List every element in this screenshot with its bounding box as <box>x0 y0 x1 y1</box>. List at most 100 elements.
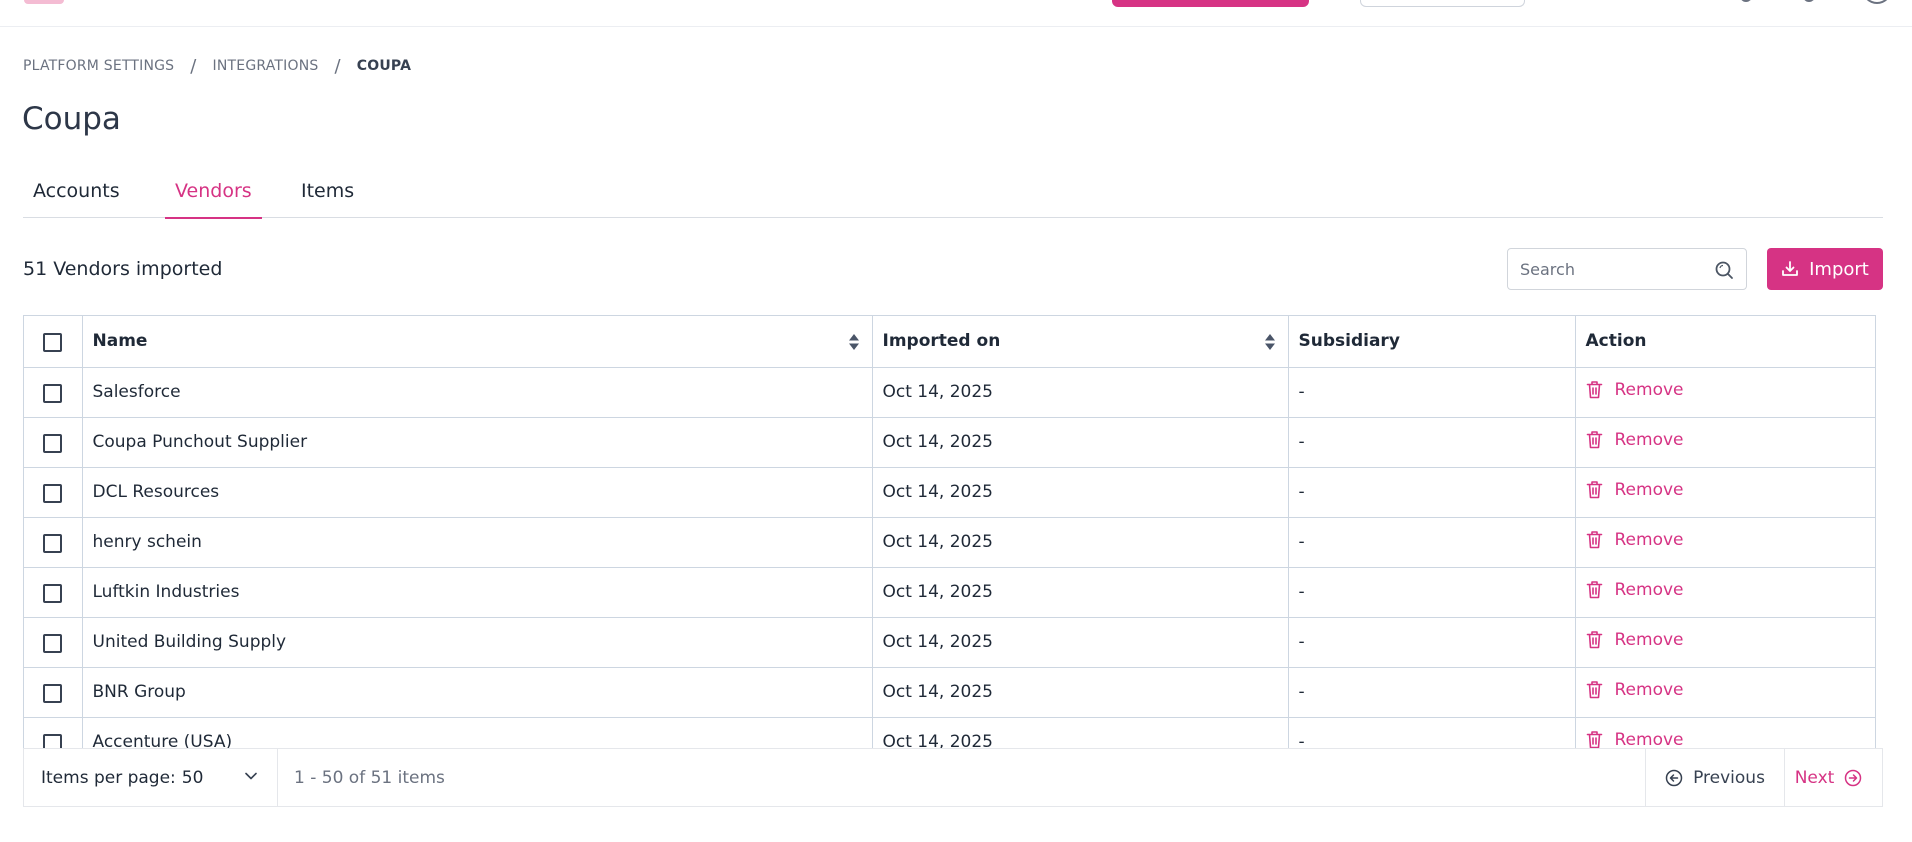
column-header-name[interactable]: Name <box>81 316 873 368</box>
top-secondary-button[interactable] <box>1360 0 1525 7</box>
action-cell: Remove <box>1574 416 1875 468</box>
top-navigation-bar <box>0 0 1912 27</box>
tab-vendors[interactable]: Vendors <box>165 170 262 219</box>
row-checkbox[interactable] <box>43 484 63 503</box>
column-header-imported-on[interactable]: Imported on <box>871 316 1289 368</box>
remove-button[interactable]: Remove <box>1586 730 1684 748</box>
column-header-label: Imported on <box>882 331 1001 352</box>
remove-label: Remove <box>1614 429 1684 450</box>
top-primary-button[interactable] <box>1112 0 1309 7</box>
action-cell: Remove <box>1574 566 1875 618</box>
select-all-cell <box>24 316 83 368</box>
trash-icon <box>1586 381 1602 399</box>
import-button-label: Import <box>1809 258 1869 280</box>
trash-icon <box>1586 581 1602 599</box>
select-all-checkbox[interactable] <box>43 333 63 353</box>
subsidiary-cell: - <box>1287 366 1576 418</box>
app-logo[interactable] <box>24 0 64 4</box>
subsidiary-cell: - <box>1287 616 1576 668</box>
table-row: Coupa Punchout Supplier Oct 14, 2025- Remo… <box>24 416 1875 468</box>
trash-icon <box>1586 631 1602 649</box>
imported-on-cell: Oct 14, 2025 <box>871 566 1289 618</box>
action-cell: Remove <box>1574 666 1875 718</box>
download-icon <box>1782 261 1799 276</box>
imported-on-cell: Oct 14, 2025 <box>871 366 1289 418</box>
remove-button[interactable]: Remove <box>1586 380 1684 400</box>
vendor-name-cell: United Building Supply <box>81 616 873 668</box>
vendors-table-container: Name Imported on Subsidiary Action Sales… <box>23 315 1876 748</box>
table-header-row: Name Imported on Subsidiary Action <box>24 316 1875 368</box>
remove-button[interactable]: Remove <box>1586 580 1684 600</box>
breadcrumb-separator: / <box>334 55 341 77</box>
pagination-bar: Items per page: 50 1 - 50 of 51 items Pr… <box>23 748 1883 807</box>
vendor-name-cell: BNR Group <box>81 666 873 718</box>
imported-on-cell: Oct 14, 2025 <box>871 716 1289 748</box>
remove-button[interactable]: Remove <box>1586 430 1684 450</box>
row-checkbox[interactable] <box>43 584 63 603</box>
row-checkbox[interactable] <box>43 384 63 403</box>
trash-icon <box>1586 481 1602 499</box>
imported-on-cell: Oct 14, 2025 <box>871 666 1289 718</box>
items-per-page-select[interactable]: Items per page: 50 <box>24 749 278 806</box>
breadcrumb-item-platform-settings[interactable]: PLATFORM SETTINGS <box>23 58 174 74</box>
table-row: Salesforce Oct 14, 2025- Remove <box>24 366 1875 418</box>
action-cell: Remove <box>1574 466 1875 518</box>
chevron-down-icon <box>245 772 257 780</box>
help-icon[interactable] <box>1740 0 1752 2</box>
table-row: BNR Group Oct 14, 2025- Remove <box>24 666 1875 718</box>
row-checkbox[interactable] <box>43 684 63 703</box>
remove-button[interactable]: Remove <box>1586 630 1684 650</box>
pagination-range-text: 1 - 50 of 51 items <box>294 767 445 788</box>
next-page-button[interactable]: Next <box>1785 749 1872 806</box>
row-select-cell <box>24 716 83 748</box>
vendor-name-cell: Accenture (USA) <box>81 716 873 748</box>
row-checkbox[interactable] <box>43 534 63 553</box>
imported-on-cell: Oct 14, 2025 <box>871 516 1289 568</box>
vendor-name-cell: Salesforce <box>81 366 873 418</box>
row-select-cell <box>24 616 83 668</box>
tab-bar: Accounts Vendors Items <box>23 170 1883 219</box>
previous-label: Previous <box>1693 767 1765 788</box>
items-per-page-label: Items per page: <box>41 767 176 788</box>
trash-icon <box>1586 531 1602 549</box>
vendor-name-cell: Luftkin Industries <box>81 566 873 618</box>
breadcrumb-item-integrations[interactable]: INTEGRATIONS <box>213 58 319 74</box>
previous-page-button[interactable]: Previous <box>1645 749 1785 806</box>
row-checkbox[interactable] <box>43 734 63 748</box>
imported-count-text: 51 Vendors imported <box>23 258 223 280</box>
action-cell: Remove <box>1574 366 1875 418</box>
avatar[interactable] <box>1862 0 1892 4</box>
table-row: United Building Supply Oct 14, 2025- Remov… <box>24 616 1875 668</box>
row-checkbox[interactable] <box>43 434 63 453</box>
tab-items[interactable]: Items <box>291 170 364 218</box>
search-input[interactable] <box>1520 249 1700 289</box>
remove-label: Remove <box>1614 579 1684 600</box>
sort-icon[interactable] <box>848 333 860 351</box>
remove-button[interactable]: Remove <box>1586 680 1684 700</box>
next-label: Next <box>1794 767 1835 788</box>
search-box <box>1507 248 1747 290</box>
subsidiary-cell: - <box>1287 516 1576 568</box>
vendor-name-cell: DCL Resources <box>81 466 873 518</box>
action-cell: Remove <box>1574 516 1875 568</box>
column-header-label: Action <box>1585 331 1647 352</box>
trash-icon <box>1586 681 1602 699</box>
subsidiary-cell: - <box>1287 566 1576 618</box>
row-select-cell <box>24 516 83 568</box>
column-header-label: Name <box>92 331 148 352</box>
table-row: henry schein Oct 14, 2025- Remove <box>24 516 1875 568</box>
notification-icon[interactable] <box>1803 0 1815 2</box>
breadcrumb-item-current: COUPA <box>356 58 412 74</box>
search-icon[interactable] <box>1714 260 1734 280</box>
vendors-table: Name Imported on Subsidiary Action Sales… <box>24 316 1875 748</box>
items-per-page-value: 50 <box>181 767 204 788</box>
imported-on-cell: Oct 14, 2025 <box>871 616 1289 668</box>
remove-button[interactable]: Remove <box>1586 480 1684 500</box>
remove-button[interactable]: Remove <box>1586 530 1684 550</box>
sort-icon[interactable] <box>1264 333 1276 351</box>
subsidiary-cell: - <box>1287 716 1576 748</box>
import-button[interactable]: Import <box>1767 248 1883 290</box>
table-row: DCL Resources Oct 14, 2025- Remove <box>24 466 1875 518</box>
row-checkbox[interactable] <box>43 634 63 653</box>
tab-accounts[interactable]: Accounts <box>23 170 130 218</box>
